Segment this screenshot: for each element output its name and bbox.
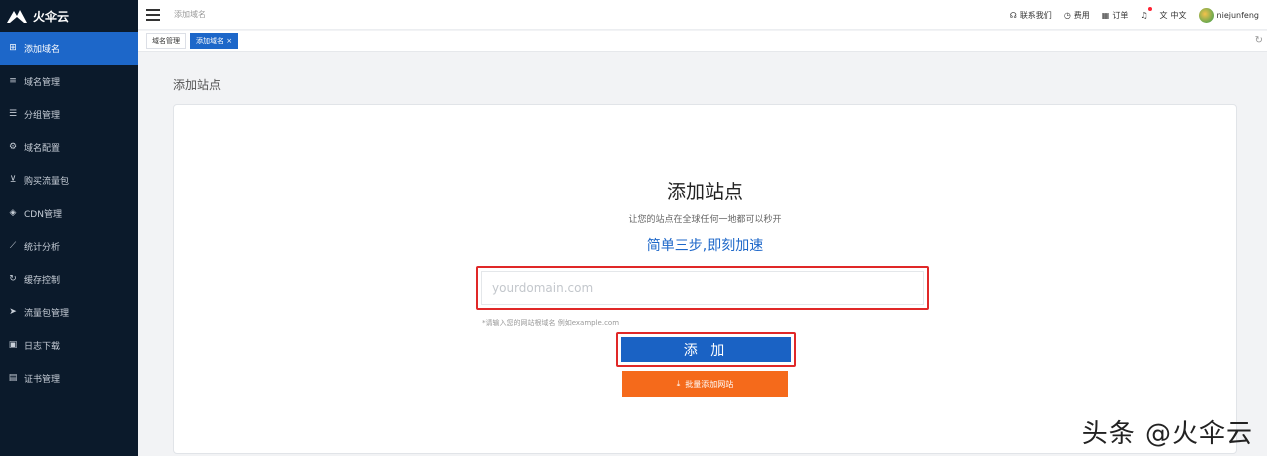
tab-domain-management[interactable]: 域名管理 (146, 33, 186, 49)
add-site-card: 添加站点 让您的站点在全球任何一地都可以秒开 简单三步,即刻加速 *请输入您的网… (173, 104, 1237, 454)
avatar (1198, 7, 1214, 23)
domain-hint: *请输入您的网站根域名 例如example.com (482, 319, 620, 327)
tab-strip: 域名管理 添加域名 × ↻ (138, 31, 1267, 52)
sidebar: 火伞云 ⊞ 添加域名 ≡ 域名管理 ☰ 分组管理 ⚙ 域名配置 ⊻ 购买流量包 … (0, 0, 138, 456)
language-switch[interactable]: 文 中文 (1160, 10, 1187, 21)
refresh-tabs-icon[interactable]: ↻ (1255, 35, 1263, 46)
sidebar-item-group-management[interactable]: ☰ 分组管理 (0, 98, 138, 131)
sidebar-item-buy-traffic[interactable]: ⊻ 购买流量包 (0, 164, 138, 197)
cart-icon: ⊻ (9, 175, 17, 185)
certificate-icon: ▤ (8, 373, 18, 383)
domain-input-highlight (476, 266, 929, 310)
fees-label: 费用 (1073, 10, 1090, 20)
page-title: 添加站点 (173, 78, 222, 92)
sidebar-item-label: 分组管理 (24, 111, 61, 121)
sidebar-item-label: 域名管理 (24, 78, 61, 88)
sidebar-item-label: 统计分析 (24, 243, 61, 253)
language-label: 中文 (1170, 10, 1187, 20)
sidebar-item-label: 证书管理 (24, 375, 61, 385)
hero-tagline: 简单三步,即刻加速 (646, 238, 764, 254)
add-button-highlight: 添 加 (616, 332, 796, 367)
add-button[interactable]: 添 加 (621, 337, 791, 362)
sidebar-item-label: 添加域名 (24, 45, 61, 55)
download-icon: ⤓ (676, 379, 681, 388)
headset-icon: ☊ (1009, 10, 1017, 20)
domain-input[interactable] (481, 271, 924, 305)
contact-label: 联系我们 (1019, 10, 1052, 20)
list-icon: ≡ (9, 76, 17, 86)
sidebar-item-label: 流量包管理 (24, 309, 70, 319)
group-list-icon: ☰ (8, 109, 18, 119)
download-icon: ▣ (8, 340, 18, 350)
sidebar-item-log-download[interactable]: ▣ 日志下载 (0, 329, 138, 362)
tab-add-domain[interactable]: 添加域名 × (190, 33, 239, 49)
refresh-icon: ↻ (9, 274, 17, 284)
contact-link[interactable]: ☊ 联系我们 (1010, 10, 1052, 21)
cdn-icon: ◈ (9, 208, 17, 218)
sidebar-item-domain-management[interactable]: ≡ 域名管理 (0, 65, 138, 98)
sidebar-item-cdn[interactable]: ◈ CDN管理 (0, 197, 138, 230)
topbar: 添加域名 ☊ 联系我们 ◷ 费用 ▦ 订单 ♫ 文 中文 niejunfeng (138, 0, 1267, 30)
brand-logo-icon (7, 10, 27, 23)
breadcrumb: 添加域名 (174, 10, 206, 19)
fees-link[interactable]: ◷ 费用 (1064, 10, 1090, 21)
notification-dot (1147, 6, 1152, 11)
notification-button[interactable]: ♫ (1140, 6, 1152, 20)
sidebar-item-label: 缓存控制 (24, 276, 61, 286)
hero-subtitle: 让您的站点在全球任何一地都可以秒开 (628, 215, 782, 225)
hero-title: 添加站点 (666, 181, 743, 203)
sidebar-item-cache[interactable]: ↻ 缓存控制 (0, 263, 138, 296)
bulk-add-label: 批量添加网站 (685, 379, 734, 389)
orders-link[interactable]: ▦ 订单 (1102, 10, 1129, 21)
sidebar-item-add-domain[interactable]: ⊞ 添加域名 (0, 32, 138, 65)
sidebar-item-traffic-package[interactable]: ➤ 流量包管理 (0, 296, 138, 329)
brand-name: 火伞云 (33, 9, 70, 24)
chart-icon: ⟋ (9, 241, 17, 251)
plus-square-icon: ⊞ (9, 43, 17, 53)
wallet-icon: ◷ (1063, 10, 1071, 20)
menu-toggle-icon[interactable] (146, 8, 160, 21)
orders-label: 订单 (1112, 10, 1129, 20)
translate-icon: 文 (1159, 10, 1168, 20)
user-menu[interactable]: niejunfeng (1198, 7, 1259, 23)
sidebar-item-label: 日志下载 (24, 342, 61, 352)
username: niejunfeng (1216, 10, 1259, 20)
clipboard-icon: ▦ (1101, 10, 1110, 20)
send-icon: ➤ (9, 307, 17, 317)
gear-icon: ⚙ (8, 142, 18, 152)
sidebar-item-label: CDN管理 (24, 210, 62, 220)
sidebar-item-label: 购买流量包 (24, 177, 70, 187)
sidebar-item-certificates[interactable]: ▤ 证书管理 (0, 362, 138, 395)
bell-icon: ♫ (1140, 10, 1148, 20)
brand[interactable]: 火伞云 (0, 0, 138, 32)
sidebar-item-statistics[interactable]: ⟋ 统计分析 (0, 230, 138, 263)
topbar-actions: ☊ 联系我们 ◷ 费用 ▦ 订单 ♫ 文 中文 niejunfeng (1010, 0, 1259, 30)
sidebar-item-domain-config[interactable]: ⚙ 域名配置 (0, 131, 138, 164)
sidebar-item-label: 域名配置 (24, 144, 61, 154)
watermark: 头条 @火伞云 (1081, 419, 1253, 449)
bulk-add-button[interactable]: ⤓ 批量添加网站 (622, 371, 788, 397)
